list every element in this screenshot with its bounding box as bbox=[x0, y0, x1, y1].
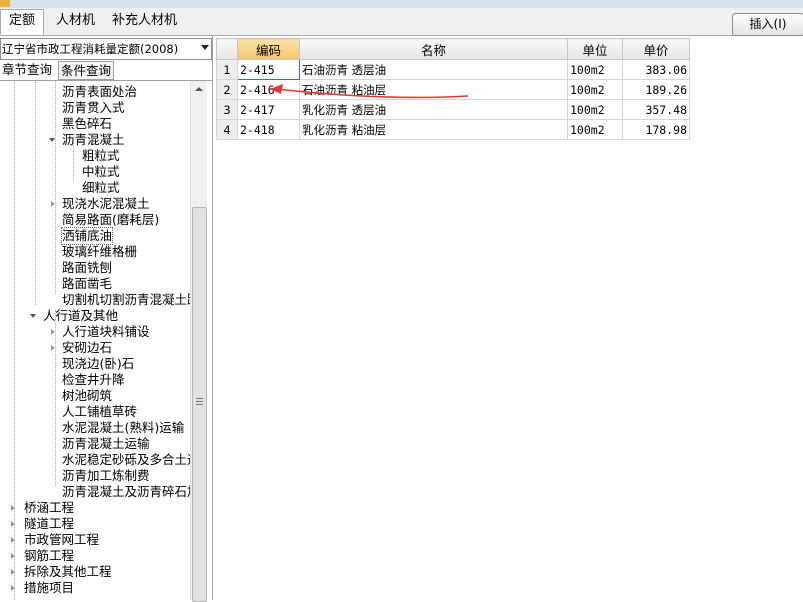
insert-button[interactable]: 插入(I) bbox=[732, 13, 803, 36]
tree-node[interactable]: 路面凿毛 bbox=[62, 276, 112, 292]
tree-node-selected[interactable]: 洒铺底油 bbox=[60, 227, 114, 245]
chevron-down-icon[interactable] bbox=[201, 45, 209, 50]
tab-chapter-query[interactable]: 章节查询 bbox=[0, 60, 54, 79]
tree-node[interactable]: 沥青混凝土运输 bbox=[62, 436, 150, 452]
tree-node[interactable]: 路面铣刨 bbox=[62, 260, 112, 276]
tree-node[interactable]: 拆除及其他工程 bbox=[24, 564, 112, 580]
tree-node[interactable]: 沥青混凝土 bbox=[62, 132, 125, 148]
expand-icon[interactable] bbox=[11, 537, 15, 543]
cell-code[interactable]: 2-415 bbox=[237, 59, 300, 80]
tree-node[interactable]: 桥涵工程 bbox=[24, 500, 74, 516]
column-header-name[interactable]: 名称 bbox=[299, 38, 568, 60]
tree-node[interactable]: 黑色碎石 bbox=[62, 116, 112, 132]
tree-node[interactable]: 树池砌筑 bbox=[62, 388, 112, 404]
cell-unit[interactable]: 100m2 bbox=[567, 79, 623, 100]
tree-node[interactable]: 人行道块料铺设 bbox=[62, 324, 150, 340]
quota-library-select[interactable]: 辽宁省市政工程消耗量定额(2008) bbox=[0, 38, 212, 60]
tree-node[interactable]: 粗粒式 bbox=[82, 148, 120, 164]
cell-name[interactable]: 石油沥青 粘油层 bbox=[299, 79, 568, 100]
tree-node[interactable]: 中粒式 bbox=[82, 164, 120, 180]
cell-price[interactable]: 178.98 bbox=[622, 119, 690, 140]
main-tab-bar: 定额 人材机 补充人材机 插入(I) bbox=[0, 8, 803, 36]
cell-name[interactable]: 乳化沥青 粘油层 bbox=[299, 119, 568, 140]
tree-connector bbox=[35, 81, 36, 305]
table-row[interactable]: 2 2-416 石油沥青 粘油层 100m2 189.26 bbox=[216, 79, 690, 100]
cell-unit[interactable]: 100m2 bbox=[567, 59, 623, 80]
row-number: 4 bbox=[216, 119, 238, 140]
column-header-price[interactable]: 单价 bbox=[622, 38, 690, 60]
cell-unit[interactable]: 100m2 bbox=[567, 99, 623, 120]
table-row[interactable]: 3 2-417 乳化沥青 透层油 100m2 357.48 bbox=[216, 99, 690, 120]
expand-icon[interactable] bbox=[11, 569, 15, 575]
quota-library-value: 辽宁省市政工程消耗量定额(2008) bbox=[2, 42, 179, 56]
expand-icon[interactable] bbox=[11, 505, 15, 511]
row-number: 2 bbox=[216, 79, 238, 100]
expand-icon[interactable] bbox=[11, 521, 15, 527]
cell-name[interactable]: 乳化沥青 透层油 bbox=[299, 99, 568, 120]
tab-labor-material-machine[interactable]: 人材机 bbox=[48, 10, 103, 32]
tree-node[interactable]: 人行道及其他 bbox=[43, 308, 118, 324]
tree-node[interactable]: 水泥稳定砂砾及多合土运 bbox=[62, 452, 196, 468]
cell-name[interactable]: 石油沥青 透层油 bbox=[299, 59, 568, 80]
tree-node[interactable]: 隧道工程 bbox=[24, 516, 74, 532]
cell-price[interactable]: 189.26 bbox=[622, 79, 690, 100]
tree-node[interactable]: 沥青表面处治 bbox=[62, 84, 137, 100]
tab-supplement-labor-material-machine[interactable]: 补充人材机 bbox=[104, 10, 185, 32]
cell-price[interactable]: 383.06 bbox=[622, 59, 690, 80]
expand-icon[interactable] bbox=[11, 553, 15, 559]
tree-connector bbox=[55, 310, 56, 486]
tree-node[interactable]: 措施项目 bbox=[24, 580, 74, 596]
quota-grid: 编码 名称 单位 单价 1 2-415 石油沥青 透层油 100m2 383.0… bbox=[216, 38, 690, 140]
scroll-thumb[interactable] bbox=[192, 207, 207, 602]
grip-icon bbox=[196, 398, 203, 399]
expand-icon[interactable] bbox=[51, 329, 55, 335]
tree-node[interactable]: 钢筋工程 bbox=[24, 548, 74, 564]
row-number-header bbox=[216, 38, 238, 60]
chapter-tree: 沥青表面处治 沥青贯入式 黑色碎石 沥青混凝土 粗粒式 中粒式 细粒式 现浇水泥… bbox=[0, 81, 196, 600]
tab-quota[interactable]: 定额 bbox=[0, 9, 45, 35]
table-row[interactable]: 1 2-415 石油沥青 透层油 100m2 383.06 bbox=[216, 59, 690, 80]
tree-node[interactable]: 水泥混凝土(熟料)运输 bbox=[62, 420, 184, 436]
tree-node[interactable]: 沥青混凝土及沥青碎石加 bbox=[62, 484, 196, 500]
cell-code[interactable]: 2-417 bbox=[237, 99, 300, 120]
cell-unit[interactable]: 100m2 bbox=[567, 119, 623, 140]
tree-scrollbar[interactable] bbox=[190, 81, 207, 602]
column-header-code[interactable]: 编码 bbox=[237, 38, 300, 60]
cell-price[interactable]: 357.48 bbox=[622, 99, 690, 120]
scroll-up-icon[interactable] bbox=[195, 87, 203, 91]
app-icon bbox=[0, 0, 10, 7]
collapse-icon[interactable] bbox=[49, 138, 55, 142]
tree-node[interactable]: 沥青贯入式 bbox=[62, 100, 125, 116]
expand-icon[interactable] bbox=[51, 201, 55, 207]
tree-node[interactable]: 切割机切割沥青混凝土路 bbox=[62, 292, 196, 308]
table-row[interactable]: 4 2-418 乳化沥青 粘油层 100m2 178.98 bbox=[216, 119, 690, 140]
tree-node[interactable]: 简易路面(磨耗层) bbox=[62, 212, 159, 228]
tree-node[interactable]: 市政管网工程 bbox=[24, 532, 99, 548]
tree-node[interactable]: 人工铺植草砖 bbox=[62, 404, 137, 420]
tree-node[interactable]: 沥青加工炼制费 bbox=[62, 468, 150, 484]
expand-icon[interactable] bbox=[51, 345, 55, 351]
tree-node[interactable]: 现浇水泥混凝土 bbox=[62, 196, 150, 212]
tree-node[interactable]: 细粒式 bbox=[82, 180, 120, 196]
tree-node[interactable]: 玻璃纤维格栅 bbox=[62, 244, 137, 260]
tab-condition-query[interactable]: 条件查询 bbox=[58, 61, 115, 80]
cell-code[interactable]: 2-416 bbox=[237, 79, 300, 100]
tree-node[interactable]: 安砌边石 bbox=[62, 340, 112, 356]
collapse-icon[interactable] bbox=[30, 314, 36, 318]
query-tabs: 章节查询 条件查询 bbox=[0, 60, 212, 81]
row-number: 3 bbox=[216, 99, 238, 120]
column-header-unit[interactable]: 单位 bbox=[567, 38, 623, 60]
row-number: 1 bbox=[216, 59, 238, 80]
tree-node[interactable]: 检查井升降 bbox=[62, 372, 125, 388]
expand-icon[interactable] bbox=[11, 585, 15, 591]
tree-node[interactable]: 现浇边(卧)石 bbox=[62, 356, 134, 372]
tree-connector bbox=[55, 81, 56, 294]
left-panel: 辽宁省市政工程消耗量定额(2008) 章节查询 条件查询 沥青表面处治 沥青贯入… bbox=[0, 36, 213, 602]
cell-code[interactable]: 2-418 bbox=[237, 119, 300, 140]
